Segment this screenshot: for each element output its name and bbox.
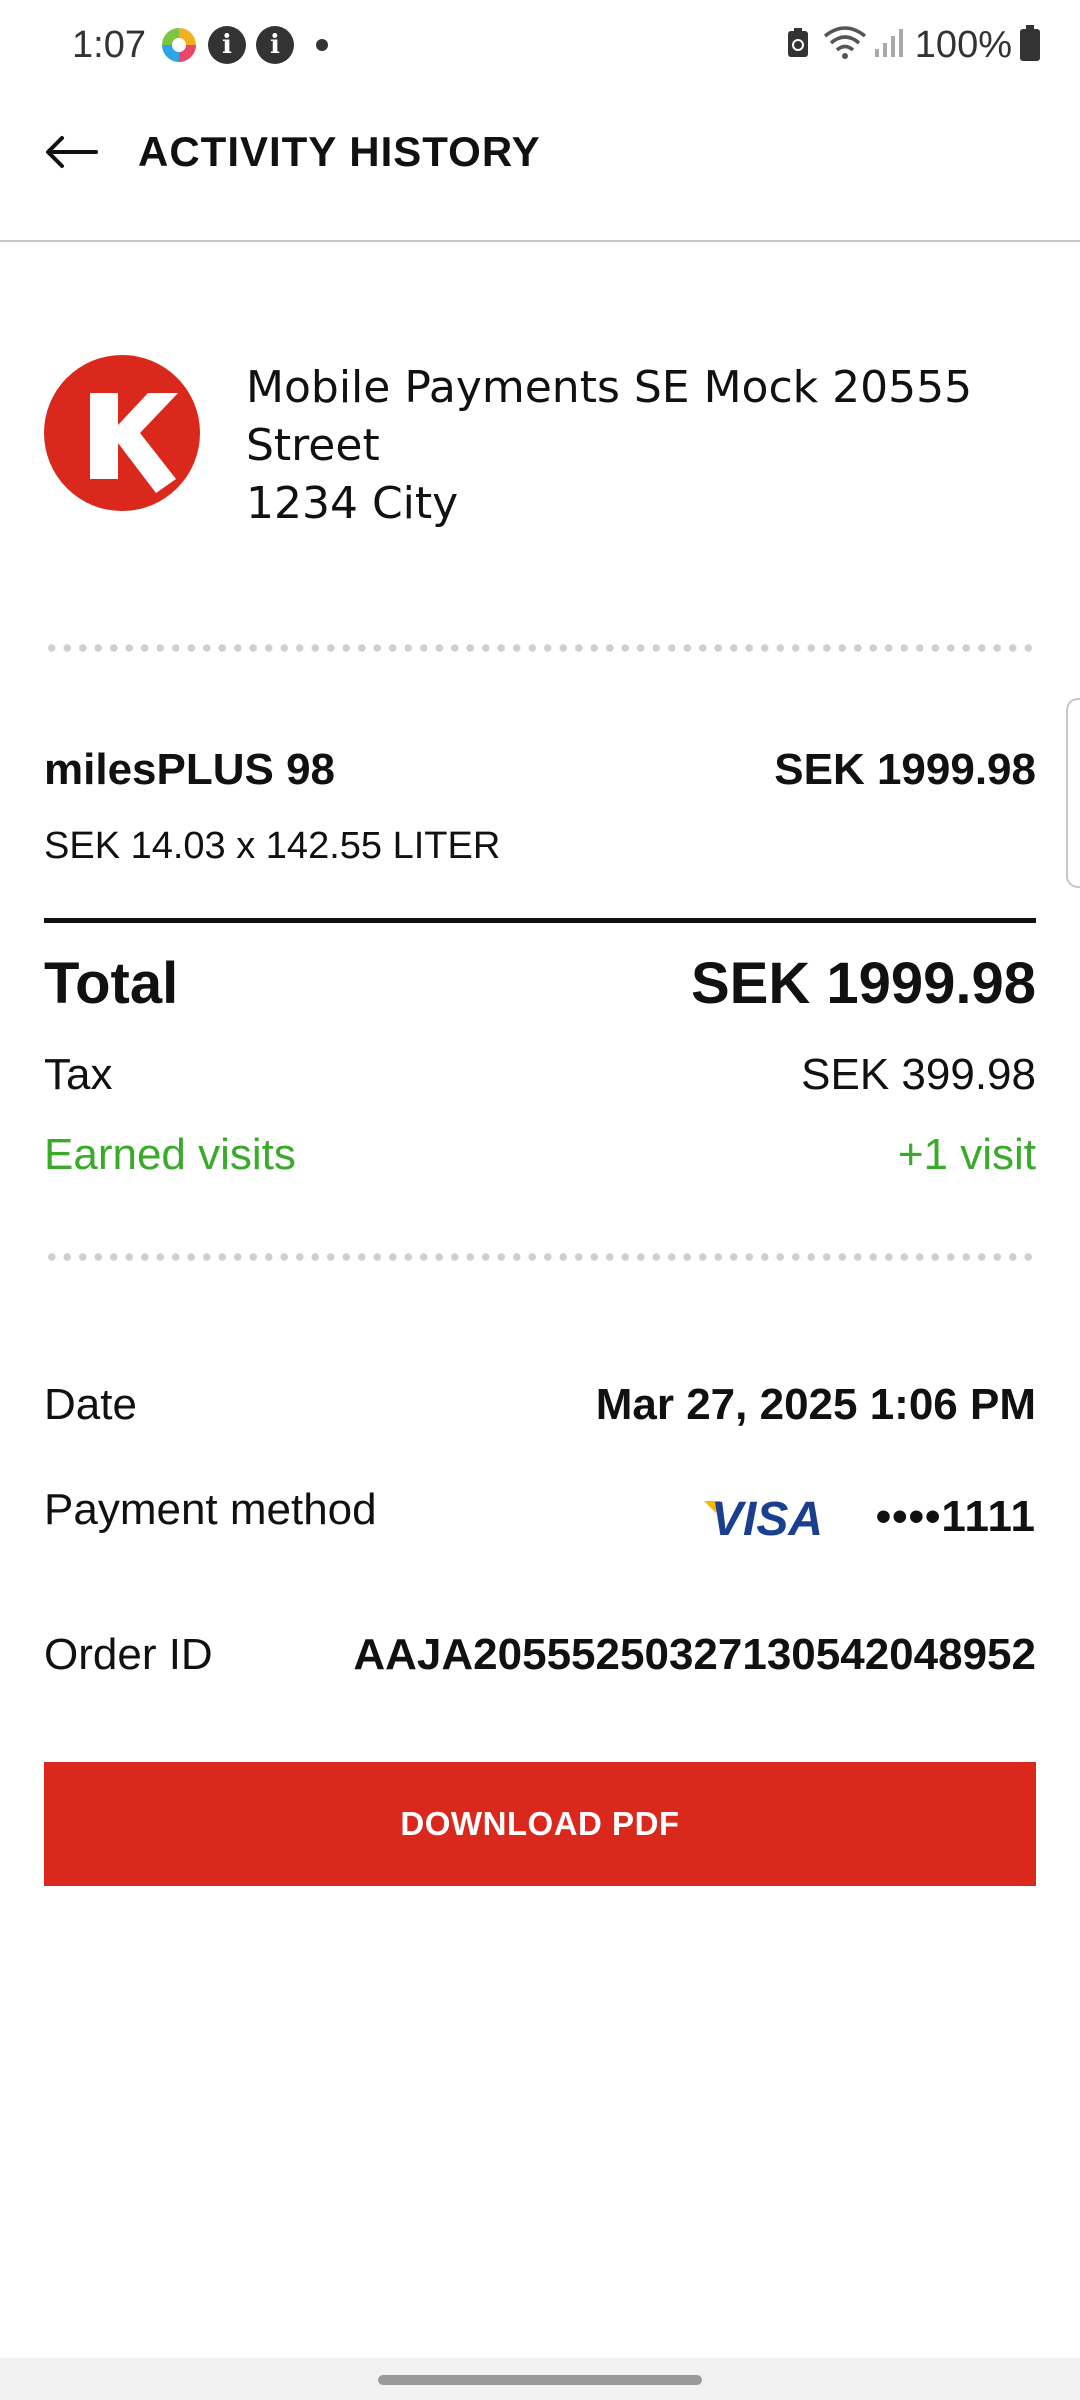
payment-method-label: Payment method	[44, 1485, 377, 1534]
total-row: Total SEK 1999.98	[44, 950, 1036, 1017]
date-value: Mar 27, 2025 1:06 PM	[595, 1380, 1036, 1429]
total-value: SEK 1999.98	[690, 951, 1036, 1016]
payment-method-row: Payment method VISA ••••1111	[44, 1485, 1036, 1542]
status-bar: 1:07 i i 100%	[0, 0, 1080, 90]
battery-percent: 100%	[914, 23, 1012, 66]
tax-row: Tax SEK 399.98	[44, 1050, 1036, 1100]
card-brand: VISA	[711, 1493, 823, 1541]
info-icon: i	[255, 26, 294, 64]
battery-icon	[1020, 25, 1040, 61]
tax-value: SEK 399.98	[801, 1050, 1036, 1099]
card-number: ••••1111	[875, 1492, 1036, 1541]
visa-logo-icon: VISA	[703, 1493, 823, 1541]
order-id-value: AAJA20555250327130542048952	[353, 1630, 1036, 1679]
app-header: ACTIVITY HISTORY	[0, 90, 1080, 242]
signal-icon	[873, 27, 903, 63]
wifi-icon	[823, 26, 867, 64]
solid-divider	[44, 918, 1036, 923]
address-line: Mobile Payments SE Mock 20555	[246, 362, 973, 413]
status-time: 1:07	[72, 23, 146, 66]
download-pdf-button[interactable]: DOWNLOAD PDF	[44, 1762, 1036, 1886]
product-name: milesPLUS 98	[44, 745, 336, 794]
merchant-info: Mobile Payments SE Mock 20555 Street 123…	[44, 355, 1036, 533]
total-label: Total	[44, 951, 179, 1016]
back-button[interactable]	[44, 122, 104, 182]
address-line: 1234 City	[246, 478, 459, 529]
earned-visits-label: Earned visits	[44, 1130, 296, 1179]
product-price: SEK 1999.98	[774, 745, 1036, 794]
page-title: ACTIVITY HISTORY	[138, 128, 541, 175]
navigation-bar	[0, 2358, 1080, 2400]
order-id-label: Order ID	[44, 1630, 213, 1679]
home-gesture-handle[interactable]	[378, 2375, 702, 2385]
edge-panel-handle[interactable]	[1066, 698, 1080, 888]
multicolor-app-icon	[160, 26, 198, 64]
date-label: Date	[44, 1380, 137, 1429]
merchant-logo	[44, 355, 200, 511]
earned-visits-row: Earned visits +1 visit	[44, 1130, 1036, 1180]
product-detail: SEK 14.03 x 142.55 LITER	[44, 825, 501, 867]
payment-method-value: VISA ••••1111	[702, 1492, 1036, 1542]
item-row: milesPLUS 98 SEK 1999.98	[44, 745, 1036, 795]
date-row: Date Mar 27, 2025 1:06 PM	[44, 1380, 1036, 1430]
status-right: 100%	[785, 24, 1040, 67]
back-arrow-icon[interactable]	[44, 135, 98, 169]
tax-label: Tax	[44, 1050, 113, 1099]
receipt-screen: 1:07 i i 100% ACTIVITY HISTORY Mobile Pa…	[0, 0, 1080, 2400]
dot-icon	[315, 39, 328, 51]
earned-visits-value: +1 visit	[897, 1130, 1036, 1179]
battery-saver-icon	[785, 27, 811, 63]
dotted-divider	[44, 1253, 1036, 1261]
address-line: Street	[246, 420, 380, 471]
info-icon: i	[207, 26, 246, 64]
status-left: 1:07 i i	[72, 24, 328, 67]
merchant-address: Mobile Payments SE Mock 20555 Street 123…	[246, 359, 972, 533]
order-id-row: Order ID AAJA20555250327130542048952	[44, 1630, 1036, 1680]
dotted-divider	[44, 644, 1036, 652]
